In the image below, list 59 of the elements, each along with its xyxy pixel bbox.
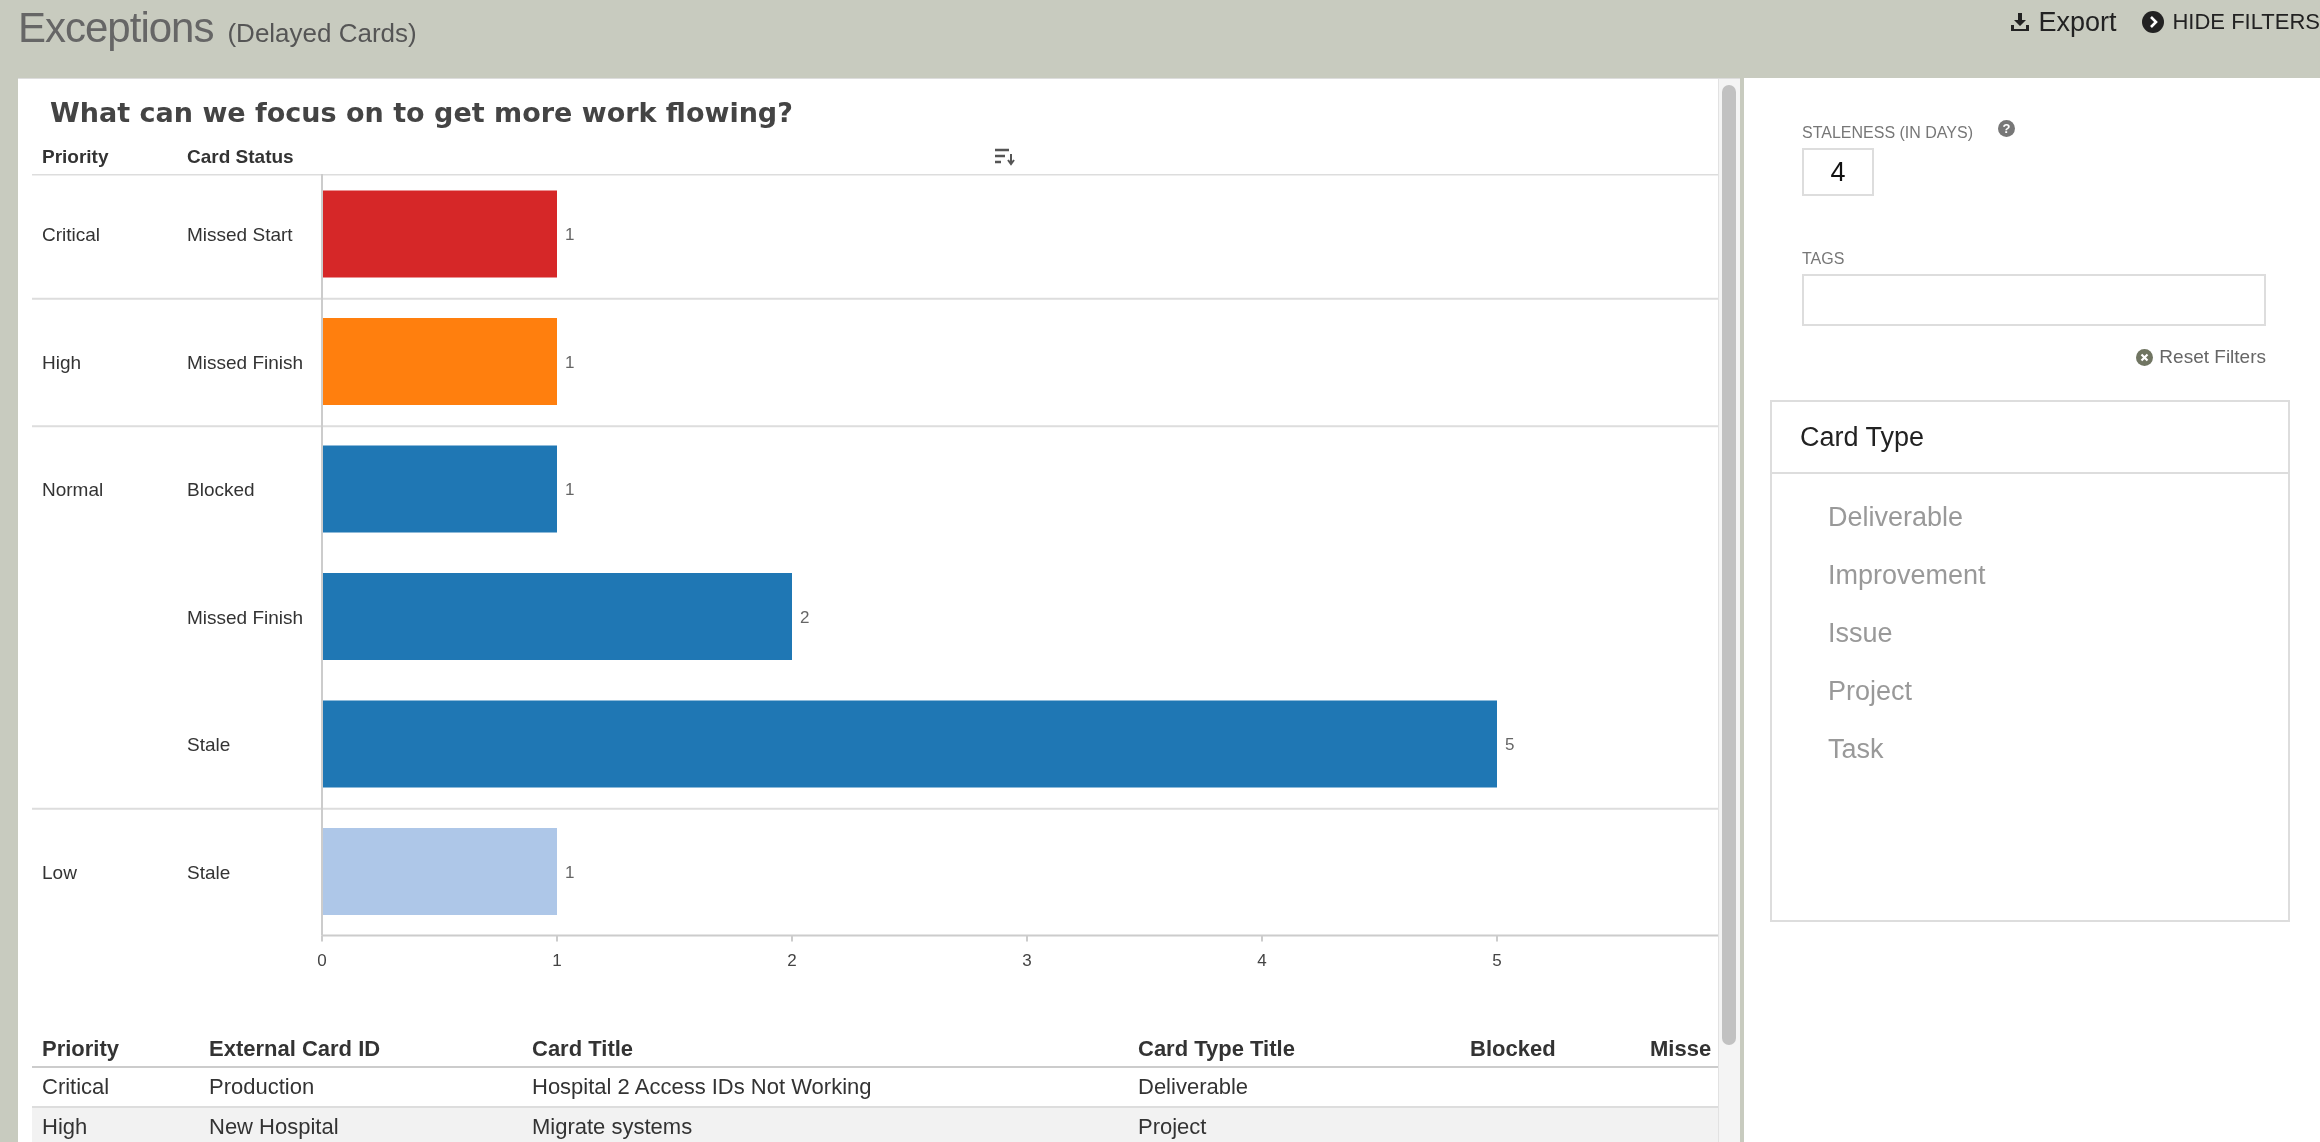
priority-label: Low [42, 861, 77, 883]
field-label: STALENESS (IN DAYS) [1802, 124, 1973, 142]
page-subtitle: (Delayed Cards) [227, 18, 417, 49]
axis-tick-label: 3 [1022, 950, 1032, 970]
table-cell: Production [209, 1074, 315, 1099]
download-icon [2010, 12, 2031, 32]
priority-label: Critical [42, 224, 101, 245]
card-type-option[interactable]: Issue [1828, 617, 1893, 649]
column-header: Blocked [1460, 1032, 1640, 1067]
table-cell: Critical [42, 1074, 110, 1099]
page-title: Exceptions [18, 4, 214, 52]
staleness-input[interactable]: 4 [1802, 148, 1874, 196]
bar-value-label: 1 [565, 225, 575, 244]
tags-input[interactable] [1802, 274, 2266, 326]
scrollbar-thumb[interactable] [1722, 85, 1736, 1045]
panel-title: Card Type [1800, 421, 1925, 453]
card-type-option[interactable]: Deliverable [1828, 501, 1964, 533]
column-header: Priority [32, 1032, 199, 1067]
column-header: Card Status [187, 146, 294, 168]
bar-value-label: 1 [565, 480, 575, 499]
table-cell: High [42, 1114, 88, 1139]
axis-tick-label: 2 [787, 950, 797, 970]
chevron-circle-icon [2142, 11, 2165, 33]
bar-value-label: 1 [565, 862, 575, 882]
export-button[interactable]: Export [2010, 6, 2117, 38]
axis-tick-label: 0 [317, 950, 327, 970]
table-cell: Deliverable [1138, 1074, 1249, 1099]
table-cell: New Hospital [209, 1114, 339, 1139]
field-label: TAGS [1802, 250, 1845, 268]
card-type-option[interactable]: Project [1828, 675, 1913, 707]
status-label: Missed Finish [187, 606, 304, 628]
column-header: Card Title [522, 1032, 1128, 1067]
column-header: External Card ID [199, 1032, 522, 1067]
status-label: Stale [187, 861, 231, 883]
column-header: Priority [42, 146, 110, 168]
column-header: Card Type Title [1128, 1032, 1460, 1067]
table-cell: Hospital 2 Access IDs Not Working [532, 1074, 872, 1099]
priority-label: High [42, 351, 82, 373]
axis-tick-label: 4 [1257, 950, 1267, 970]
axis-tick-label: 1 [552, 950, 562, 970]
axis-tick-label: 5 [1492, 950, 1502, 970]
bar-value-label: 5 [1505, 735, 1515, 754]
close-icon [2136, 348, 2154, 366]
priority-label: Normal [42, 479, 104, 500]
hide-filters-button[interactable]: HIDE FILTERS [2142, 6, 2320, 38]
sort-icon[interactable] [993, 148, 1016, 166]
bar-value-label: 2 [800, 607, 810, 627]
reset-filters-link[interactable]: Reset Filters [2136, 346, 2266, 368]
status-label: Missed Finish [187, 351, 304, 373]
card-type-option[interactable]: Improvement [1828, 559, 1986, 591]
chart-title: What can we focus on to get more work flowing? [50, 97, 794, 128]
table-cell: Migrate systems [532, 1114, 693, 1139]
help-icon[interactable]: ? [1998, 120, 2015, 137]
status-label: Blocked [187, 479, 255, 500]
card-type-option[interactable]: Task [1828, 733, 1884, 765]
status-label: Missed Start [187, 224, 293, 245]
status-label: Stale [187, 734, 231, 755]
table-cell: Project [1138, 1114, 1207, 1139]
bar-value-label: 1 [565, 352, 575, 372]
